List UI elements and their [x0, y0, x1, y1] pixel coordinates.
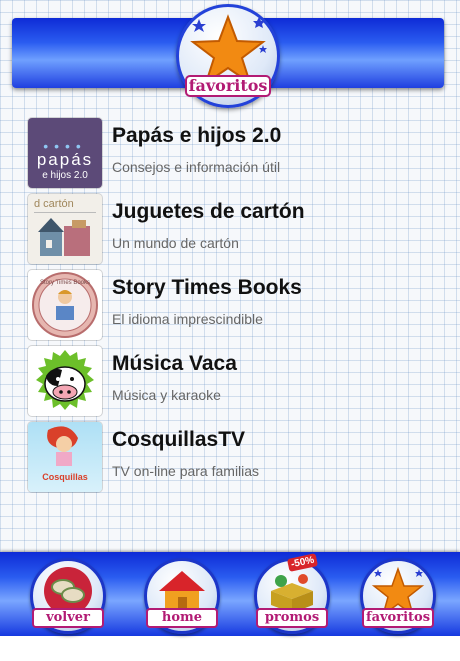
- cow-icon: [36, 350, 94, 410]
- item-title: Papás e hijos 2.0: [112, 124, 282, 147]
- juguetes-de-carton-thumbnail: d cartón: [28, 194, 102, 264]
- item-subtitle: Un mundo de cartón: [112, 235, 239, 251]
- musica-vaca-thumbnail: [28, 346, 102, 416]
- favorites-header-badge: favoritos: [176, 4, 280, 108]
- thumb-title: papás: [36, 150, 94, 169]
- item-subtitle: TV on-line para familias: [112, 463, 260, 479]
- back-label: volver: [32, 608, 104, 628]
- list-item-musica-vaca[interactable]: Música Vaca Música y karaoke: [28, 344, 448, 420]
- item-title: Story Times Books: [112, 276, 302, 299]
- home-button[interactable]: home: [144, 558, 220, 634]
- bottom-strip: [0, 636, 460, 661]
- cosquillastv-thumbnail: Cosquillas: [28, 422, 102, 492]
- thumb-title: Story Times Books: [39, 280, 90, 286]
- home-label: home: [146, 608, 218, 628]
- back-button[interactable]: volver: [30, 558, 106, 634]
- thumb-title: Cosquillas: [42, 472, 88, 482]
- favorites-label: favoritos: [362, 608, 434, 628]
- cardboard-house-icon: [38, 218, 90, 256]
- item-title: Música Vaca: [112, 352, 237, 375]
- papas-e-hijos-thumbnail: •••• papás e hijos 2.0: [28, 118, 102, 188]
- item-title: CosquillasTV: [112, 428, 246, 451]
- item-title: Juguetes de cartón: [112, 200, 305, 223]
- list-item-cosquillastv[interactable]: Cosquillas CosquillasTV TV on-line para …: [28, 420, 448, 496]
- app-list: •••• papás e hijos 2.0 Papás e hijos 2.0…: [28, 116, 448, 496]
- favorites-header-label: favoritos: [185, 75, 271, 97]
- item-subtitle: El idioma imprescindible: [112, 311, 263, 327]
- thumb-subtitle: e hijos 2.0: [42, 170, 88, 181]
- promos-button[interactable]: -50% promos: [254, 553, 330, 634]
- list-item-story-times-books[interactable]: Story Times Books Story Times Books El i…: [28, 268, 448, 344]
- favorites-button[interactable]: favoritos: [360, 558, 436, 634]
- list-item-juguetes-de-carton[interactable]: d cartón Juguetes de cartón Un mundo de …: [28, 192, 448, 268]
- story-times-books-thumbnail: Story Times Books: [28, 270, 102, 340]
- item-subtitle: Música y karaoke: [112, 387, 221, 403]
- list-item-papas-e-hijos[interactable]: •••• papás e hijos 2.0 Papás e hijos 2.0…: [28, 116, 448, 192]
- promos-label: promos: [256, 608, 328, 628]
- item-subtitle: Consejos e información útil: [112, 159, 281, 175]
